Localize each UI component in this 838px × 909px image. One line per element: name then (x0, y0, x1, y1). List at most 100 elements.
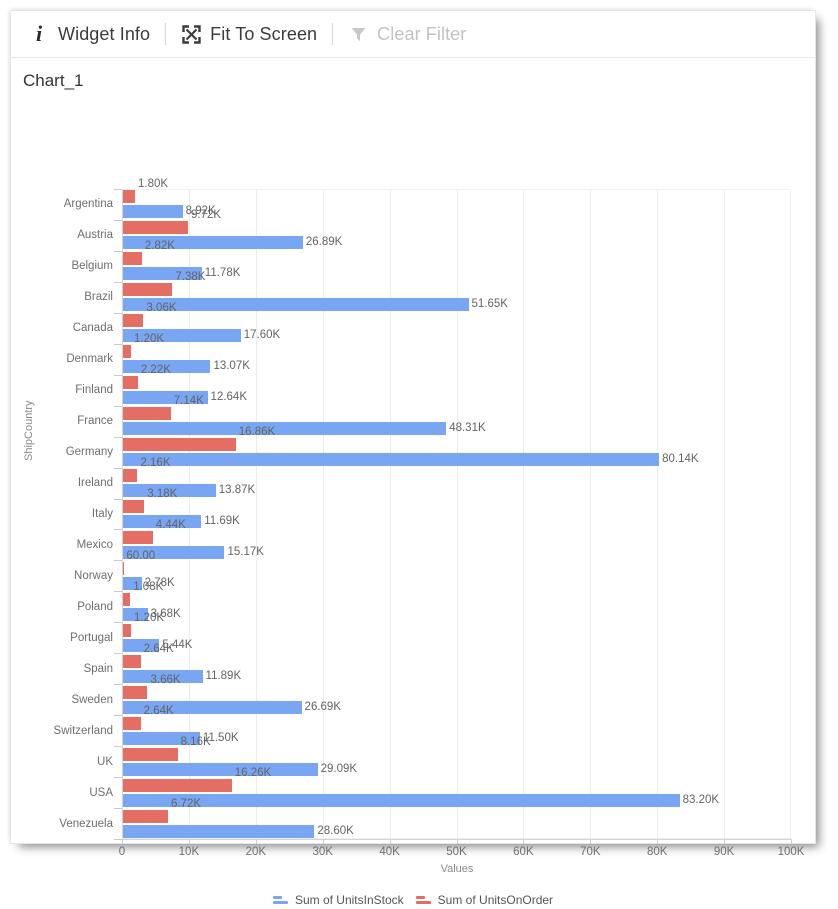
x-axis-tick (457, 839, 458, 844)
chart-canvas: ShipCountry Argentina1.80K8.92KAustria9.… (11, 91, 815, 836)
y-axis-tick (114, 746, 122, 747)
x-axis-tick (122, 839, 123, 844)
y-axis-tick (114, 684, 122, 685)
legend-item[interactable]: Sum of UnitsOnOrder (412, 891, 557, 909)
x-axis-tick (724, 839, 725, 844)
y-axis-label: France (77, 415, 113, 427)
clear-filter-button[interactable]: Clear Filter (340, 21, 474, 48)
y-axis-tick (114, 839, 122, 840)
bar-units-on-order[interactable] (123, 500, 144, 513)
bar-value-label: 16.26K (235, 767, 271, 780)
bar-value-label: 7.14K (174, 395, 204, 408)
y-axis-tick (114, 375, 122, 376)
bar-value-label: 26.89K (306, 236, 342, 249)
bar-value-label: 11.78K (205, 267, 241, 280)
y-axis-tick (114, 220, 122, 221)
x-axis-label: 90K (714, 846, 734, 858)
widget-info-button[interactable]: i Widget Info (21, 21, 158, 48)
bar-value-label: 2.82K (145, 240, 175, 253)
bar-value-label: 1.20K (134, 612, 164, 625)
y-axis-tick (114, 282, 122, 283)
bar-value-label: 13.87K (219, 484, 255, 497)
bar-units-on-order[interactable] (123, 376, 138, 389)
info-icon: i (29, 24, 49, 44)
bar-units-on-order[interactable] (123, 593, 130, 606)
bar-value-label: 1.08K (133, 581, 163, 594)
bar-units-on-order[interactable] (123, 686, 147, 699)
bar-value-label: 11.89K (206, 670, 242, 683)
bar-units-on-order[interactable] (123, 810, 168, 823)
bar-value-label: 17.60K (244, 329, 280, 342)
bar-value-label: 1.20K (134, 333, 164, 346)
y-axis-label: Argentina (64, 198, 113, 210)
bar-units-in-stock[interactable] (123, 794, 680, 807)
y-axis-title: ShipCountry (23, 400, 35, 461)
x-axis-label: 60K (513, 846, 533, 858)
gridline (523, 190, 524, 838)
fit-to-screen-button[interactable]: Fit To Screen (173, 21, 325, 48)
bar-units-on-order[interactable] (123, 779, 232, 792)
fit-to-screen-icon (181, 24, 201, 44)
gridline (724, 190, 725, 838)
bar-units-on-order[interactable] (123, 283, 172, 296)
bar-units-on-order[interactable] (123, 407, 171, 420)
x-axis-tick (256, 839, 257, 844)
bar-units-in-stock[interactable] (123, 825, 314, 838)
bar-units-on-order[interactable] (123, 469, 137, 482)
bar-units-on-order[interactable] (123, 748, 178, 761)
x-axis-tick (791, 839, 792, 844)
bar-units-in-stock[interactable] (123, 422, 446, 435)
bar-units-in-stock[interactable] (123, 205, 183, 218)
y-axis-label: UK (97, 756, 113, 768)
bar-value-label: 51.65K (472, 298, 508, 311)
y-axis-label: Switzerland (54, 725, 113, 737)
legend-swatch-icon (416, 894, 431, 906)
bar-units-on-order[interactable] (123, 252, 142, 265)
bar-units-on-order[interactable] (123, 345, 131, 358)
y-axis-tick (114, 313, 122, 314)
bar-value-label: 12.64K (211, 391, 247, 404)
y-axis-tick (114, 499, 122, 500)
legend-swatch-icon (273, 894, 288, 906)
bar-value-label: 3.18K (147, 488, 177, 501)
y-axis-tick (114, 529, 122, 530)
bar-value-label: 16.86K (239, 426, 275, 439)
gridline (390, 190, 391, 838)
y-axis-tick (114, 437, 122, 438)
x-axis-tick (323, 839, 324, 844)
x-axis-tick (390, 839, 391, 844)
bar-value-label: 7.38K (175, 271, 205, 284)
bar-units-in-stock[interactable] (123, 453, 659, 466)
bar-value-label: 48.31K (449, 422, 485, 435)
bar-value-label: 6.72K (171, 798, 201, 811)
chart-widget: i Widget Info Fit To Screen (10, 10, 816, 844)
clear-filter-label: Clear Filter (377, 24, 466, 45)
bar-value-label: 3.06K (146, 302, 176, 315)
y-axis-tick (114, 560, 122, 561)
bar-units-on-order[interactable] (123, 717, 141, 730)
y-axis-tick (114, 251, 122, 252)
bar-units-on-order[interactable] (123, 624, 131, 637)
gridline (457, 190, 458, 838)
bar-units-in-stock[interactable] (123, 763, 318, 776)
y-axis-label: Italy (92, 508, 113, 520)
legend-item[interactable]: Sum of UnitsInStock (269, 891, 408, 909)
bar-units-on-order[interactable] (123, 314, 143, 327)
x-axis-label: 30K (312, 846, 332, 858)
y-axis-tick (114, 591, 122, 592)
y-axis-label: Mexico (77, 539, 113, 551)
x-axis-label: 80K (647, 846, 667, 858)
bar-units-on-order[interactable] (123, 438, 236, 451)
bar-units-on-order[interactable] (123, 531, 153, 544)
toolbar-divider (165, 23, 166, 45)
x-axis-tick (590, 839, 591, 844)
bar-value-label: 2.22K (141, 364, 171, 377)
y-axis-tick (114, 189, 122, 190)
bar-units-on-order[interactable] (123, 190, 135, 203)
y-axis-tick (114, 622, 122, 623)
toolbar-divider (332, 23, 333, 45)
bar-units-on-order[interactable] (123, 655, 141, 668)
bar-units-on-order[interactable] (123, 221, 188, 234)
x-axis-label: 20K (246, 846, 266, 858)
bar-value-label: 80.14K (662, 453, 698, 466)
